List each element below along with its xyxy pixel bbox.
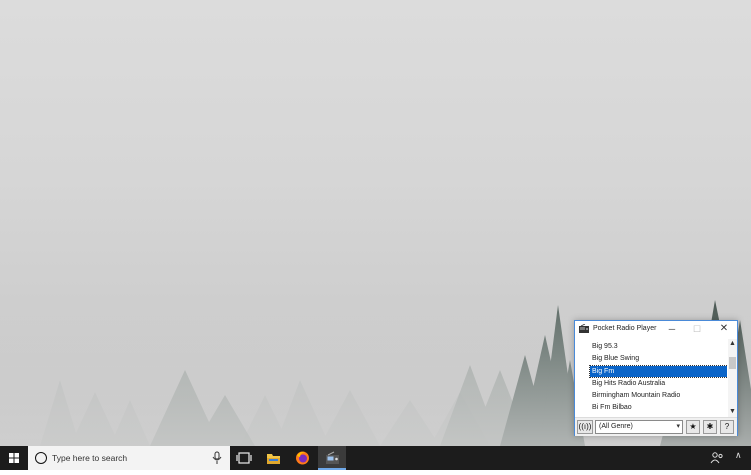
station-item[interactable]: Birmingham Mountain Radio <box>590 390 727 401</box>
genre-value: (All Genre) <box>599 423 633 430</box>
genre-dropdown[interactable]: (All Genre) ▾ <box>595 420 683 434</box>
taskbar: Type here to search ∧ <box>0 446 751 470</box>
title-bar[interactable]: Pocket Radio Player ─ ☐ ✕ <box>575 321 737 337</box>
windows-logo-icon <box>9 453 19 463</box>
player-toolbar: ((ı)) (All Genre) ▾ ★ ✱ ? <box>575 417 737 436</box>
chevron-down-icon: ▾ <box>676 423 680 430</box>
firefox-button[interactable] <box>288 446 316 470</box>
favorite-button[interactable]: ★ <box>686 420 700 434</box>
station-item[interactable]: Bi Fm Bilbao <box>590 402 727 413</box>
station-list-scrollbar[interactable]: ▲ ▼ <box>728 339 737 417</box>
signal-button[interactable]: ((ı)) <box>577 420 593 434</box>
station-item[interactable]: Big Hits Radio Australia <box>590 378 727 389</box>
scroll-down-icon[interactable]: ▼ <box>728 407 737 416</box>
microphone-icon[interactable] <box>212 451 222 465</box>
pocket-radio-taskbar-button[interactable] <box>318 446 346 470</box>
folder-icon <box>267 454 280 464</box>
station-item[interactable]: Big 95.3 <box>590 341 727 352</box>
taskbar-search-box[interactable]: Type here to search <box>28 446 230 470</box>
help-button[interactable]: ? <box>720 420 734 434</box>
maximize-button[interactable]: ☐ <box>684 321 710 337</box>
scroll-up-icon[interactable]: ▲ <box>728 339 737 348</box>
settings-button[interactable]: ✱ <box>703 420 717 434</box>
people-icon[interactable] <box>710 451 724 465</box>
firefox-icon <box>296 451 309 465</box>
station-item-selected[interactable]: Big Fm <box>589 365 727 378</box>
radio-app-icon <box>579 324 589 333</box>
start-button[interactable] <box>0 446 28 470</box>
pocket-radio-player-window[interactable]: Pocket Radio Player ─ ☐ ✕ Big 95.3 Big B… <box>574 320 738 436</box>
file-explorer-button[interactable] <box>259 446 287 470</box>
station-list[interactable]: Big 95.3 Big Blue Swing Big Fm Big Hits … <box>577 339 727 415</box>
station-item[interactable]: Big Blue Swing <box>590 353 727 364</box>
cortana-icon <box>35 452 47 464</box>
window-title: Pocket Radio Player <box>593 325 657 332</box>
scrollbar-thumb[interactable] <box>729 357 736 369</box>
task-view-button[interactable] <box>230 446 258 470</box>
task-view-icon <box>236 452 252 464</box>
show-hidden-icons-icon[interactable]: ∧ <box>735 450 742 461</box>
close-button[interactable]: ✕ <box>711 321 737 337</box>
radio-icon <box>326 451 339 464</box>
search-placeholder: Type here to search <box>52 453 128 463</box>
minimize-button[interactable]: ─ <box>659 321 685 337</box>
